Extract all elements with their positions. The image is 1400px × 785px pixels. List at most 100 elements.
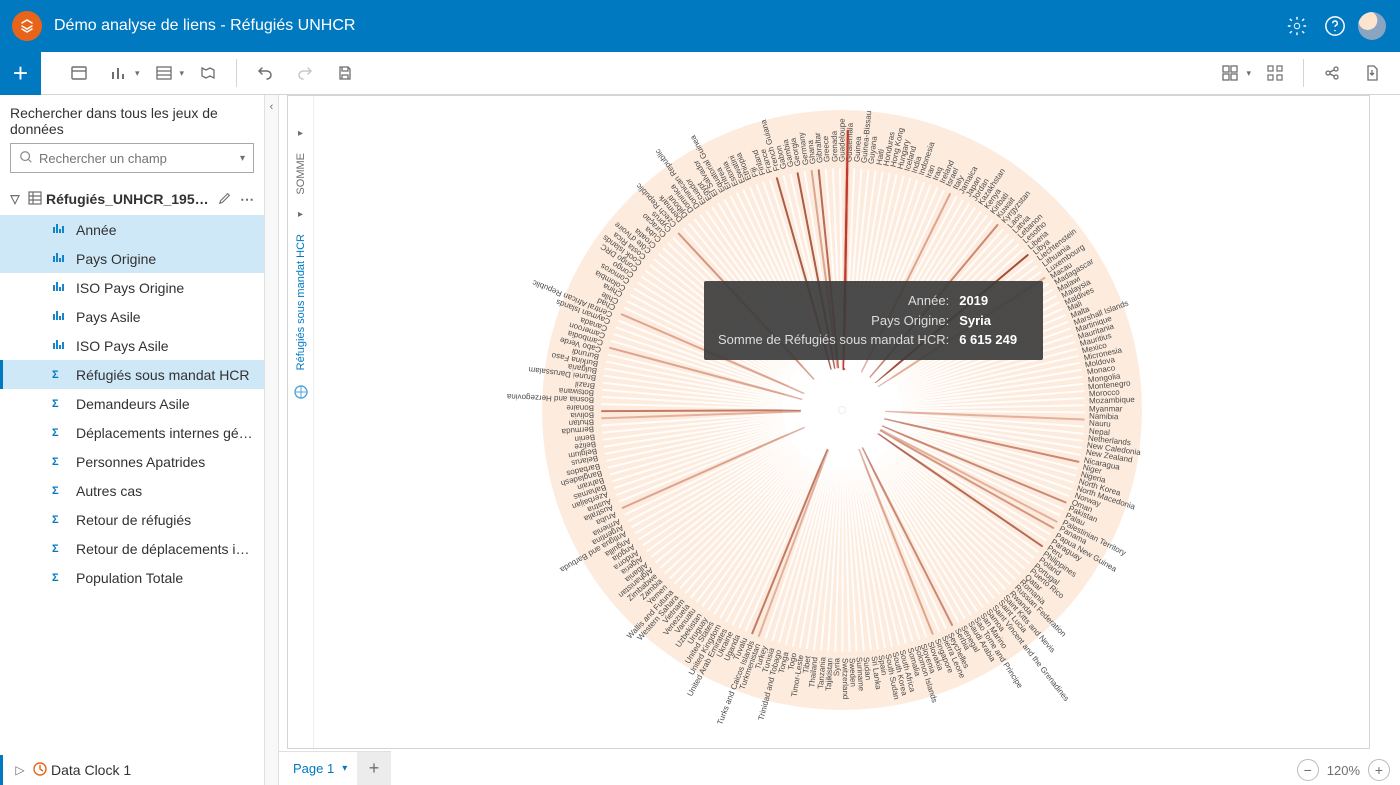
tooltip-key: Pays Origine: [718,311,949,331]
country-label: Switzerland [840,658,850,699]
zoom-out-button[interactable]: − [1297,759,1319,781]
string-field-icon [52,309,76,324]
dataset-header[interactable]: ▽ Réfugiés_UNHCR_1951… ⋯ [0,183,264,215]
field-item[interactable]: ΣRetour de réfugiés [0,505,264,534]
expand-toggle[interactable]: ▷ [11,763,29,777]
field-item[interactable]: ISO Pays Asile [0,331,264,360]
table-tool[interactable] [147,56,181,90]
table-tool-caret[interactable]: ▾ [180,68,185,79]
field-label: Pays Origine [76,251,254,267]
collapse-handle[interactable]: ‹ [265,95,279,785]
field-item[interactable]: ΣRetour de déplacements inter… [0,534,264,563]
redo-button[interactable] [288,56,322,90]
zoom-in-button[interactable]: + [1368,759,1390,781]
string-field-icon [52,251,76,266]
chart-area[interactable]: AfghanistanAlbaniaAlgeriaAndorraAngolaAn… [314,96,1369,748]
dataset-menu[interactable]: ⋯ [236,191,258,208]
field-label: Autres cas [76,483,254,499]
user-avatar[interactable] [1358,12,1386,40]
page-canvas: ▸ SOMME ▸ Réfugiés sous mandat HCR Afgha… [279,95,1400,785]
field-item[interactable]: ΣPersonnes Apatrides [0,447,264,476]
share-tool[interactable] [1315,56,1349,90]
chart-tool[interactable] [102,56,136,90]
axis-label-value[interactable]: SOMME [295,153,307,195]
radial-center [839,407,845,413]
export-tool[interactable] [1355,56,1389,90]
data-pane: Rechercher dans tous les jeux de données… [0,95,265,785]
data-clock-icon [29,761,51,780]
zoom-controls: − 120% + [1297,759,1390,781]
gear-icon [1286,15,1308,37]
tooltip-key: Année: [718,291,949,311]
numeric-field-icon: Σ [52,427,76,439]
numeric-field-icon: Σ [52,456,76,468]
tooltip-value: Syria [959,311,1029,331]
undo-button[interactable] [248,56,282,90]
dataset-icon [24,190,46,209]
numeric-field-icon: Σ [52,543,76,555]
add-button[interactable]: + [0,52,41,95]
field-label: Réfugiés sous mandat HCR [76,367,254,383]
add-page-button[interactable]: + [357,751,391,785]
numeric-field-icon: Σ [52,514,76,526]
chevron-left-icon: ‹ [270,101,274,113]
string-field-icon [52,222,76,237]
field-label: Demandeurs Asile [76,396,254,412]
field-item[interactable]: ΣPopulation Totale [0,563,264,592]
field-label: ISO Pays Asile [76,338,254,354]
rename-button[interactable] [214,191,236,208]
card-icon [70,64,88,82]
numeric-field-icon: Σ [52,485,76,497]
field-list: Année Pays Origine ISO Pays OriginePays As… [0,215,264,755]
separator [1303,59,1304,87]
theme-tool[interactable] [1258,56,1292,90]
field-item[interactable]: Pays Origine [0,244,264,273]
chart-tool-caret[interactable]: ▾ [135,68,140,79]
card-list-item[interactable]: ▷ Data Clock 1 [0,755,264,785]
field-search-input[interactable] [39,151,240,166]
share-icon [1323,64,1341,82]
help-icon [1324,15,1346,37]
layout-caret[interactable]: ▾ [1246,68,1251,79]
collapse-toggle[interactable]: ▽ [6,192,24,206]
map-tool[interactable] [191,56,225,90]
field-search[interactable]: ▾ [10,143,254,173]
field-item[interactable]: Année [0,215,264,244]
grid-icon [1221,64,1239,82]
settings-button[interactable] [1280,9,1314,43]
arrow-icon: ▸ [298,128,303,139]
bar-chart-icon [110,64,128,82]
save-icon [336,64,354,82]
card-tool[interactable] [62,56,96,90]
axis-label-field[interactable]: Réfugiés sous mandat HCR [295,234,307,370]
field-item[interactable]: ΣRéfugiés sous mandat HCR [0,360,264,389]
save-button[interactable] [328,56,362,90]
arrow-icon: ▸ [298,209,303,220]
card-axis-rail: ▸ SOMME ▸ Réfugiés sous mandat HCR [288,96,314,748]
tooltip-value: 2019 [959,291,1029,311]
card-type-icon [293,384,309,403]
string-field-icon [52,280,76,295]
table-icon [155,64,173,82]
layout-tool[interactable] [1213,56,1247,90]
chevron-down-icon[interactable]: ▾ [240,153,245,164]
field-label: Population Totale [76,570,254,586]
field-item[interactable]: ΣDéplacements internes gérés … [0,418,264,447]
help-button[interactable] [1318,9,1352,43]
field-item[interactable]: ISO Pays Origine [0,273,264,302]
separator [236,59,237,87]
field-label: Retour de réfugiés [76,512,254,528]
numeric-field-icon: Σ [52,398,76,410]
pencil-icon [218,191,232,205]
numeric-field-icon: Σ [52,369,76,381]
redo-icon [296,64,314,82]
field-item[interactable]: ΣAutres cas [0,476,264,505]
field-item[interactable]: ΣDemandeurs Asile [0,389,264,418]
page-tab[interactable]: Page 1 ▾ [279,751,362,785]
export-icon [1363,64,1381,82]
field-item[interactable]: Pays Asile [0,302,264,331]
zoom-level: 120% [1327,763,1360,778]
page-tab-label: Page 1 [293,761,334,776]
card-data-clock[interactable]: ▸ SOMME ▸ Réfugiés sous mandat HCR Afgha… [287,95,1370,749]
chevron-down-icon[interactable]: ▾ [342,763,347,774]
